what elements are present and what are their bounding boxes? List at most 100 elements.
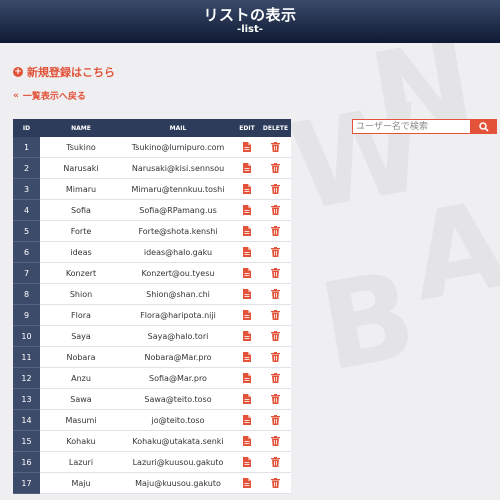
trash-icon [260, 310, 291, 320]
edit-document-icon [234, 142, 260, 152]
edit-button[interactable] [234, 388, 260, 410]
row-id: 12 [13, 367, 40, 389]
edit-document-icon [234, 394, 260, 404]
column-header-id: ID [13, 119, 40, 137]
table-row: 17 Maju Maju@kuusou.gakuto [13, 472, 291, 494]
row-id: 3 [13, 178, 40, 200]
register-link[interactable]: + 新規登録はこちら [13, 64, 115, 80]
edit-button[interactable] [234, 325, 260, 347]
row-name: Saya [40, 325, 122, 347]
edit-button[interactable] [234, 157, 260, 179]
edit-document-icon [234, 247, 260, 257]
edit-button[interactable] [234, 472, 260, 494]
delete-button[interactable] [260, 304, 291, 326]
trash-icon [260, 394, 291, 404]
trash-icon [260, 415, 291, 425]
delete-button[interactable] [260, 409, 291, 431]
trash-icon [260, 457, 291, 467]
delete-button[interactable] [260, 346, 291, 368]
trash-icon [260, 352, 291, 362]
trash-icon [260, 247, 291, 257]
edit-document-icon [234, 415, 260, 425]
edit-button[interactable] [234, 409, 260, 431]
table-row: 14 Masumi jo@teito.toso [13, 409, 291, 431]
delete-button[interactable] [260, 325, 291, 347]
table-row: 15 Kohaku Kohaku@utakata.senki [13, 430, 291, 452]
trash-icon [260, 163, 291, 173]
row-name: Masumi [40, 409, 122, 431]
edit-button[interactable] [234, 241, 260, 263]
row-id: 6 [13, 241, 40, 263]
edit-button[interactable] [234, 346, 260, 368]
delete-button[interactable] [260, 388, 291, 410]
svg-text:A: A [401, 176, 500, 329]
delete-button[interactable] [260, 430, 291, 452]
delete-button[interactable] [260, 262, 291, 284]
row-id: 11 [13, 346, 40, 368]
table-body: 1 Tsukino Tsukino@lumipuro.com 2 Narusaki Nar… [13, 137, 291, 494]
column-header-edit: EDIT [234, 119, 260, 137]
delete-button[interactable] [260, 137, 291, 158]
user-table: ID NAME MAIL EDIT DELETE 1 Tsukino Tsukino… [13, 119, 291, 494]
edit-button[interactable] [234, 283, 260, 305]
row-name: Konzert [40, 262, 122, 284]
edit-button[interactable] [234, 178, 260, 200]
plus-circle-icon: + [13, 67, 23, 77]
edit-document-icon [234, 289, 260, 299]
row-mail: Narusaki@kisi.sennsou [122, 157, 234, 179]
delete-button[interactable] [260, 199, 291, 221]
table-header-row: ID NAME MAIL EDIT DELETE [13, 119, 291, 137]
search-button[interactable] [471, 119, 497, 134]
trash-icon [260, 373, 291, 383]
edit-button[interactable] [234, 430, 260, 452]
trash-icon [260, 268, 291, 278]
delete-button[interactable] [260, 283, 291, 305]
back-to-list-link[interactable]: « 一覧表示へ戻る [13, 89, 86, 103]
register-link-label: 新規登録はこちら [27, 66, 115, 79]
row-name: Sawa [40, 388, 122, 410]
trash-icon [260, 331, 291, 341]
edit-button[interactable] [234, 304, 260, 326]
row-mail: Konzert@ou.tyesu [122, 262, 234, 284]
row-id: 14 [13, 409, 40, 431]
edit-document-icon [234, 310, 260, 320]
row-name: Narusaki [40, 157, 122, 179]
delete-button[interactable] [260, 157, 291, 179]
delete-button[interactable] [260, 472, 291, 494]
table-row: 5 Forte Forte@shota.kenshi [13, 220, 291, 242]
row-name: Lazuri [40, 451, 122, 473]
search-bar [352, 119, 497, 134]
row-mail: Sofia@RPamang.us [122, 199, 234, 221]
edit-button[interactable] [234, 220, 260, 242]
row-mail: Shion@shan.chi [122, 283, 234, 305]
edit-document-icon [234, 163, 260, 173]
table-row: 16 Lazuri Lazuri@kuusou.gakuto [13, 451, 291, 473]
row-name: Shion [40, 283, 122, 305]
edit-document-icon [234, 268, 260, 278]
edit-button[interactable] [234, 367, 260, 389]
page-title: リストの表示 [203, 6, 297, 24]
svg-text:B: B [311, 246, 425, 399]
edit-button[interactable] [234, 451, 260, 473]
edit-button[interactable] [234, 137, 260, 158]
delete-button[interactable] [260, 178, 291, 200]
delete-button[interactable] [260, 220, 291, 242]
page-header: リストの表示 -list- [0, 0, 500, 43]
edit-button[interactable] [234, 262, 260, 284]
row-mail: Tsukino@lumipuro.com [122, 137, 234, 158]
delete-button[interactable] [260, 367, 291, 389]
row-name: Mimaru [40, 178, 122, 200]
row-mail: Nobara@Mar.pro [122, 346, 234, 368]
edit-button[interactable] [234, 199, 260, 221]
row-mail: Lazuri@kuusou.gakuto [122, 451, 234, 473]
row-id: 4 [13, 199, 40, 221]
row-id: 13 [13, 388, 40, 410]
delete-button[interactable] [260, 241, 291, 263]
column-header-delete: DELETE [260, 119, 291, 137]
search-input[interactable] [352, 119, 471, 134]
delete-button[interactable] [260, 451, 291, 473]
table-row: 4 Sofia Sofia@RPamang.us [13, 199, 291, 221]
table-row: 7 Konzert Konzert@ou.tyesu [13, 262, 291, 284]
row-id: 1 [13, 137, 40, 158]
page-subtitle: -list- [237, 24, 263, 35]
